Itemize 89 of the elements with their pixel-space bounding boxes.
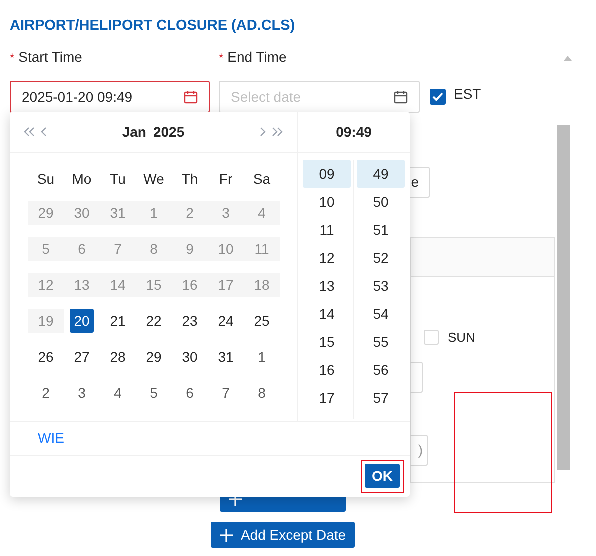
date-cell-text: 19 [37,312,55,330]
double-right-chevron-icon[interactable] [270,126,284,138]
time-option[interactable]: 15 [303,328,351,356]
weekday-label: Su [37,170,55,188]
weekday-label: Fr [219,170,233,188]
est-label: EST [454,84,482,104]
date-cell[interactable]: 8 [250,381,274,405]
time-option[interactable]: 12 [303,244,351,272]
date-cell-text: 10 [217,240,235,258]
date-cell[interactable]: 22 [142,309,166,333]
time-option[interactable]: 56 [357,356,405,384]
date-cell[interactable]: 25 [250,309,274,333]
date-cell[interactable]: 21 [106,309,130,333]
time-option[interactable]: 14 [303,300,351,328]
date-cell[interactable]: 23 [178,309,202,333]
time-option[interactable]: 49 [357,160,405,188]
time-option[interactable]: 54 [357,300,405,328]
date-cell-text: 4 [257,204,267,222]
date-cell-text: 13 [73,276,91,294]
date-cell[interactable]: 5 [142,381,166,405]
date-cell-text: 14 [109,276,127,294]
date-cell[interactable]: 30 [178,345,202,369]
time-option[interactable]: 55 [357,328,405,356]
time-option[interactable]: 51 [357,216,405,244]
date-cell[interactable]: 20 [70,309,94,333]
weekday-label: Mo [72,170,92,188]
date-cell-text: 9 [185,240,195,258]
time-option[interactable]: 17 [303,384,351,412]
time-option[interactable]: 52 [357,244,405,272]
date-cell-text: 11 [254,240,270,258]
required-mark: * [219,50,224,66]
date-cell[interactable]: 6 [178,381,202,405]
date-cell-text: 1 [149,204,159,222]
date-cell[interactable]: 24 [214,309,238,333]
date-cell-text: 18 [253,276,271,294]
date-cell[interactable]: 7 [214,381,238,405]
date-cell-text: 6 [77,240,87,258]
date-cell-text: 2 [185,204,195,222]
time-option[interactable]: 09 [303,160,351,188]
month-label[interactable]: Jan [122,122,146,142]
date-cell[interactable]: 2 [34,381,58,405]
date-cell-text: 3 [221,204,231,222]
weekday-label: Tu [110,170,126,188]
required-mark: * [10,50,15,66]
time-label: 09:49 [336,122,372,142]
ok-button[interactable]: OK [365,464,400,488]
time-option[interactable]: 10 [303,188,351,216]
date-cell-text: 29 [37,204,55,222]
time-option[interactable]: 13 [303,272,351,300]
date-cell-text: 17 [217,276,235,294]
time-option[interactable]: 16 [303,356,351,384]
date-cell-text: 15 [145,276,163,294]
date-cell-text: 12 [37,276,55,294]
weekday-label: Th [182,170,198,188]
date-cell-text: 16 [181,276,199,294]
date-cell[interactable]: 1 [250,345,274,369]
date-cell[interactable]: 4 [106,381,130,405]
time-option[interactable]: 50 [357,188,405,216]
checkbox-label: SUN [448,329,476,347]
time-option[interactable]: 57 [357,384,405,412]
date-cell[interactable]: 28 [106,345,130,369]
time-option[interactable]: 53 [357,272,405,300]
add-button[interactable]: Add Except Date [210,522,356,548]
year-label[interactable]: 2025 [153,122,185,142]
time-option[interactable]: 11 [303,216,351,244]
plus-icon [220,528,233,542]
est-checkbox[interactable] [430,89,446,105]
calendar-icon [394,90,408,104]
date-cell-text: 7 [113,240,123,258]
date-cell-text: 31 [109,204,127,222]
date-cell-text: 8 [149,240,159,258]
sun-checkbox[interactable] [424,330,439,346]
date-cell[interactable]: 29 [142,345,166,369]
section-title: AIRPORT/HELIPORT CLOSURE (AD.CLS) [10,17,296,35]
weekday-label: Sa [253,170,271,188]
calendar-icon [184,90,198,104]
wie-link[interactable]: WIE [38,428,64,449]
field-label: End Time [228,48,287,67]
date-cell-text: 5 [41,240,51,258]
double-left-chevron-icon[interactable] [23,126,37,138]
date-cell[interactable]: 3 [70,381,94,405]
date-cell-text: 30 [73,204,91,222]
collapse-caret-icon[interactable] [563,54,573,60]
scrollbar[interactable] [557,125,570,470]
date-cell[interactable]: 27 [70,345,94,369]
field-label: Start Time [18,48,82,67]
date-cell[interactable]: 31 [214,345,238,369]
date-cell[interactable]: 26 [34,345,58,369]
weekday-label: We [144,170,164,188]
